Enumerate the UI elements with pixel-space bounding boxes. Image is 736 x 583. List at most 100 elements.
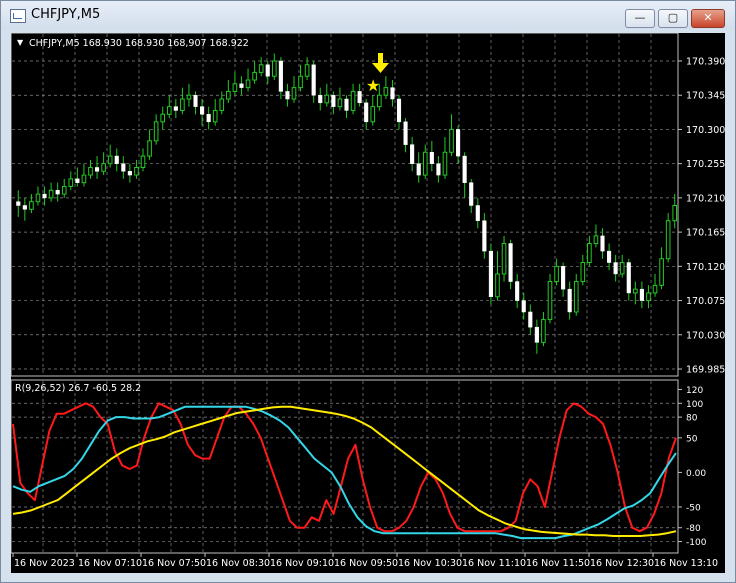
candle-body-up bbox=[212, 109, 218, 123]
time-tick-label: 16 Nov 11:10 bbox=[462, 558, 526, 569]
candle-body-up bbox=[652, 284, 658, 294]
candle-body-up bbox=[298, 75, 303, 89]
candle-body-up bbox=[291, 87, 297, 100]
candle-body-up bbox=[547, 281, 553, 321]
candle-body-up bbox=[81, 174, 87, 184]
candle-body-up bbox=[61, 185, 67, 195]
candle-body-up bbox=[665, 220, 671, 260]
candle-body-down bbox=[508, 243, 513, 282]
candle-body-down bbox=[278, 60, 283, 92]
indicator-tick-label: 50 bbox=[686, 434, 698, 444]
candle-body-up bbox=[337, 98, 343, 108]
candle-body-down bbox=[364, 102, 369, 123]
main-panel-border bbox=[10, 32, 679, 377]
candle-body-down bbox=[403, 121, 408, 145]
candle-body-down bbox=[475, 205, 480, 221]
down-arrow-icon bbox=[372, 53, 389, 73]
candle-body-down bbox=[462, 155, 467, 183]
candle-body-up bbox=[134, 166, 139, 176]
time-tick-label: 16 Nov 07:50 bbox=[142, 558, 206, 569]
time-tick-label: 16 Nov 10:30 bbox=[398, 558, 462, 569]
candle-body-down bbox=[626, 262, 631, 294]
time-tick-label: 16 Nov 2023 bbox=[14, 558, 75, 569]
indicator-axis: 120 100 80 50 0.00 -50 -80 -100 bbox=[678, 386, 707, 548]
candle-body-up bbox=[495, 273, 500, 298]
candle-body-down bbox=[528, 311, 533, 328]
candle-body-up bbox=[140, 155, 146, 168]
time-axis: 16 Nov 2023 16 Nov 07:10 16 Nov 07:50 16 No… bbox=[12, 553, 718, 569]
minimize-button[interactable]: — bbox=[625, 9, 655, 28]
price-tick-label: 170.300 bbox=[686, 125, 725, 136]
maximize-button[interactable]: ▢ bbox=[658, 9, 688, 28]
candle-body-down bbox=[193, 94, 198, 107]
main-chart-header: CHFJPY,M5 168.930 168.930 168,907 168.92… bbox=[29, 38, 249, 49]
candle-body-down bbox=[436, 163, 441, 176]
candle-body-up bbox=[593, 235, 599, 245]
chart-area[interactable]: 170.390 170.345 170.300 170.255 170.210 170.1… bbox=[10, 32, 725, 573]
candle-body-up bbox=[646, 292, 651, 302]
indicator-lines bbox=[12, 402, 677, 540]
candle-body-down bbox=[534, 326, 539, 343]
price-chart-svg[interactable]: 170.390 170.345 170.300 170.255 170.210 170.1… bbox=[10, 32, 725, 573]
candle-body-down bbox=[206, 113, 211, 123]
candle-body-down bbox=[600, 235, 605, 252]
candle-body-up bbox=[153, 121, 159, 142]
candle-body-up bbox=[383, 87, 389, 96]
window-title: CHFJPY,M5 bbox=[31, 7, 101, 22]
candle-body-up bbox=[271, 60, 277, 77]
candle-body-up bbox=[587, 243, 592, 264]
candle-body-up bbox=[226, 90, 231, 100]
candle-body-up bbox=[304, 64, 310, 77]
title-bar[interactable]: CHFJPY,M5 — ▢ ✕ bbox=[1, 1, 735, 29]
time-tick-label: 16 Nov 07:10 bbox=[78, 558, 142, 569]
candle-body-up bbox=[88, 166, 93, 176]
candle-body-down bbox=[567, 288, 572, 313]
time-tick-label: 16 Nov 12:30 bbox=[590, 558, 654, 569]
candle-body-down bbox=[429, 152, 434, 164]
candle-body-up bbox=[160, 113, 166, 123]
price-tick-label: 170.345 bbox=[686, 91, 725, 102]
candle-body-up bbox=[573, 281, 579, 313]
candle-body-down bbox=[357, 91, 362, 104]
candle-body-down bbox=[515, 281, 520, 301]
price-tick-label: 170.255 bbox=[686, 159, 725, 170]
price-tick-label: 169.985 bbox=[686, 365, 725, 376]
indicator-tick-label: -50 bbox=[686, 503, 701, 513]
candle-body-up bbox=[107, 155, 113, 165]
candle-body-down bbox=[613, 262, 618, 275]
indicator-tick-label: 80 bbox=[686, 414, 698, 424]
candle-body-up bbox=[166, 106, 172, 115]
candle-body-down bbox=[127, 171, 132, 176]
candle-body-up bbox=[232, 83, 238, 92]
indicator-tick-label: -100 bbox=[686, 538, 707, 548]
candle-body-up bbox=[501, 243, 507, 275]
collapse-triangle-icon[interactable]: ▼ bbox=[17, 38, 24, 47]
candle-body-up bbox=[377, 94, 382, 108]
candle-body-down bbox=[22, 205, 27, 210]
price-axis: 170.390 170.345 170.300 170.255 170.210 170.1… bbox=[678, 57, 725, 376]
candle-body-down bbox=[311, 64, 316, 96]
candle-body-down bbox=[318, 94, 323, 104]
candle-body-down bbox=[410, 144, 415, 164]
price-tick-label: 170.165 bbox=[686, 228, 725, 239]
price-tick-label: 170.390 bbox=[686, 57, 725, 68]
indicator-series-1 bbox=[12, 402, 677, 533]
candle-body-down bbox=[331, 94, 336, 107]
candles bbox=[16, 53, 678, 354]
indicator-tick-label: 100 bbox=[686, 400, 703, 410]
candle-body-up bbox=[422, 151, 428, 176]
candle-body-up bbox=[370, 106, 376, 123]
candle-body-down bbox=[55, 190, 60, 195]
candle-body-down bbox=[639, 288, 644, 301]
time-tick-label: 16 Nov 09:50 bbox=[334, 558, 398, 569]
price-tick-label: 170.120 bbox=[686, 262, 725, 273]
indicator-tick-label: 0.00 bbox=[686, 469, 706, 479]
candle-body-down bbox=[469, 182, 474, 206]
star-icon: ★ bbox=[366, 76, 380, 95]
close-button[interactable]: ✕ bbox=[691, 9, 725, 28]
candle-body-up bbox=[541, 319, 546, 343]
candle-body-up bbox=[48, 189, 54, 199]
price-tick-label: 170.210 bbox=[686, 193, 725, 204]
candle-body-up bbox=[619, 262, 625, 275]
candle-body-up bbox=[245, 79, 251, 89]
